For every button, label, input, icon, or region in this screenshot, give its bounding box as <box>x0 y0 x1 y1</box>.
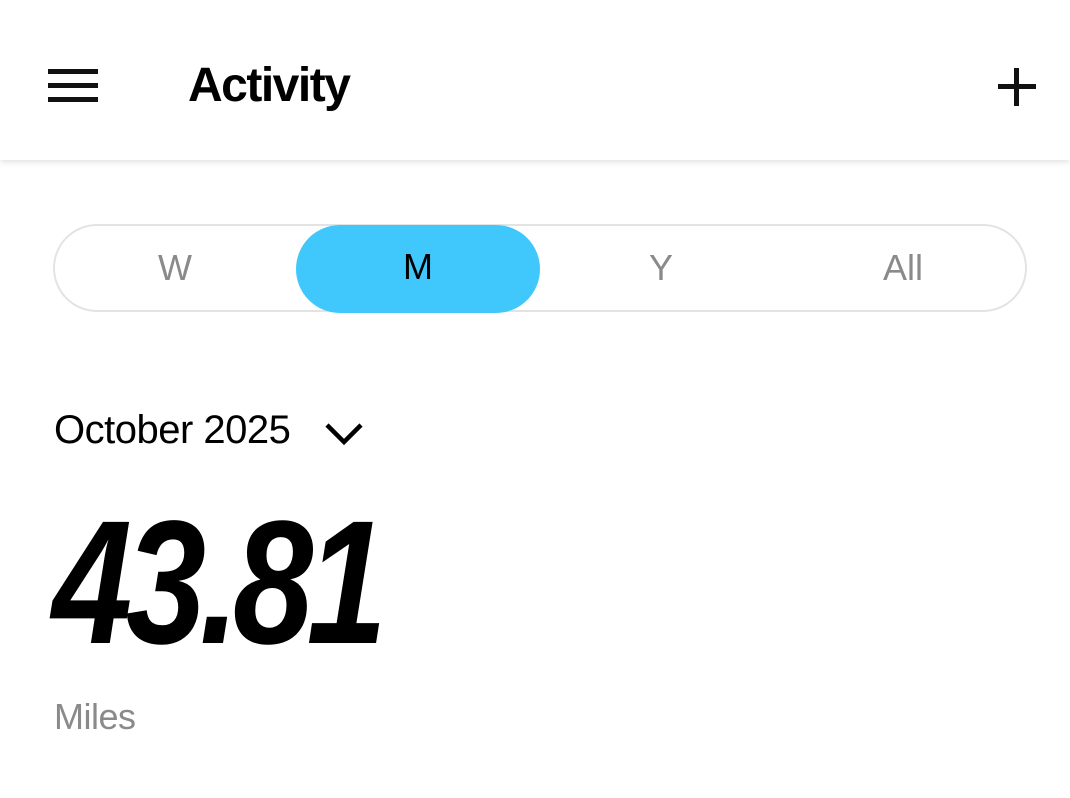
tab-month[interactable]: M <box>296 225 540 313</box>
period-dropdown[interactable]: October 2025 <box>54 402 364 458</box>
tab-week[interactable]: W <box>55 226 295 310</box>
add-activity-button[interactable] <box>994 64 1040 110</box>
total-distance-value: 43.81 <box>52 485 387 681</box>
page-title: Activity <box>188 59 351 112</box>
distance-unit-label: Miles <box>54 696 136 737</box>
top-app-bar: Activity <box>0 0 1070 160</box>
period-label: October 2025 <box>54 407 291 452</box>
tab-year[interactable]: Y <box>541 226 781 310</box>
activity-screen: Activity W M Y All October 2025 43.81 Mi… <box>0 0 1070 798</box>
menu-button[interactable] <box>40 58 106 114</box>
chevron-down-icon <box>325 423 363 446</box>
tab-all[interactable]: All <box>783 226 1023 310</box>
time-range-selector: W M Y All <box>53 224 1027 313</box>
